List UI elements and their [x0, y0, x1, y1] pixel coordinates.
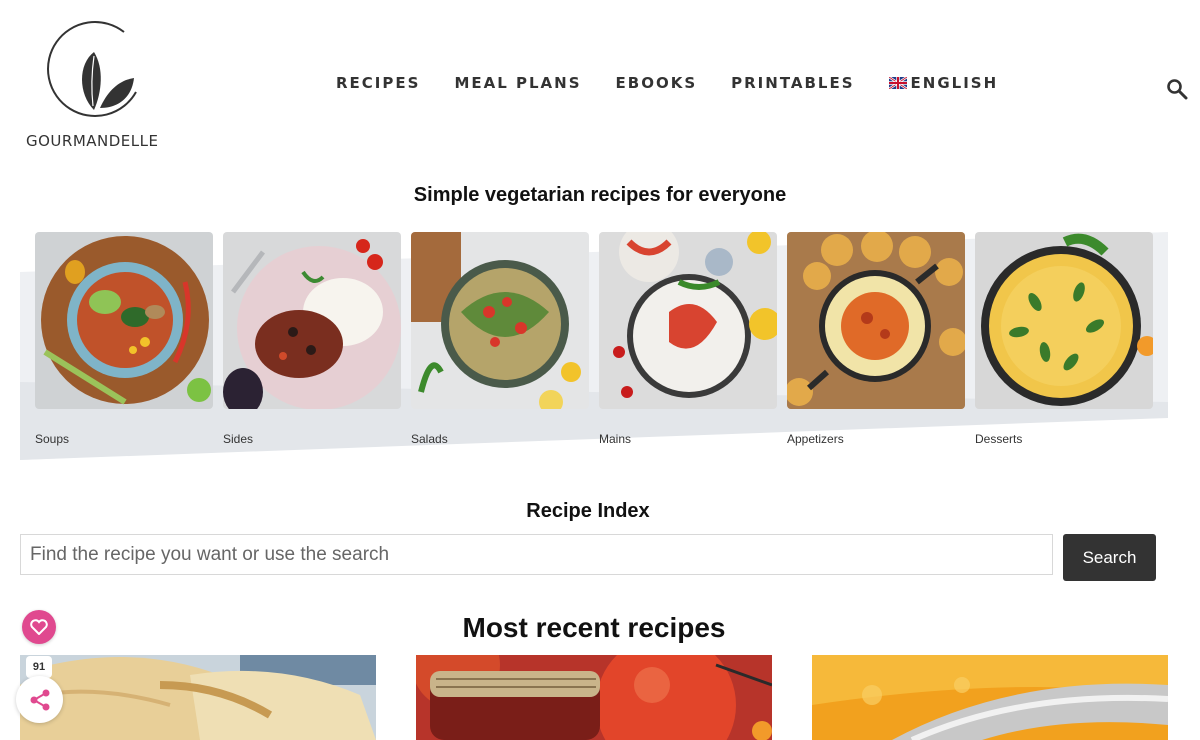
category-mains[interactable]: Mains — [599, 232, 777, 446]
nav-recipes[interactable]: RECIPES — [336, 74, 420, 92]
recent-recipes-title: Most recent recipes — [462, 612, 726, 643]
category-soups[interactable]: Soups — [35, 232, 213, 446]
site-tagline: Simple vegetarian recipes for everyone — [413, 184, 787, 206]
sides-image — [223, 232, 401, 409]
tomato-jar-image — [416, 655, 772, 740]
uk-flag-icon — [888, 77, 907, 89]
nav-language-label: ENGLISH — [910, 74, 999, 92]
category-appetizers[interactable]: Appetizers — [787, 232, 965, 446]
share-button[interactable] — [16, 676, 63, 723]
category-label: Salads — [411, 432, 448, 446]
favorite-button[interactable] — [22, 610, 56, 644]
share-icon — [30, 689, 49, 710]
recent-recipe-card[interactable] — [20, 655, 376, 740]
category-label: Soups — [35, 432, 70, 446]
apricot-jam-image — [812, 655, 1168, 740]
nav-language[interactable]: ENGLISH — [888, 74, 999, 92]
desserts-image — [975, 232, 1153, 409]
recipe-index-title: Recipe Index — [526, 500, 650, 522]
nav-printables[interactable]: PRINTABLES — [731, 74, 854, 92]
category-label: Appetizers — [787, 432, 844, 446]
category-label: Sides — [223, 432, 254, 446]
recent-recipe-card[interactable] — [416, 655, 772, 740]
heart-icon — [30, 619, 48, 635]
category-band: Soups Sides Salads Mains Appetizers Dess… — [20, 232, 1168, 460]
bread-image — [20, 655, 376, 740]
recipe-search-input[interactable] — [20, 534, 1053, 575]
site-logo[interactable]: GOURMANDELLE — [24, 18, 166, 152]
appetizers-image — [787, 232, 965, 409]
main-nav: RECIPES MEAL PLANS EBOOKS PRINTABLES ENG… — [336, 74, 1032, 92]
recent-recipe-card[interactable] — [812, 655, 1168, 740]
nav-meal-plans[interactable]: MEAL PLANS — [454, 74, 581, 92]
search-button[interactable]: Search — [1063, 534, 1156, 581]
leaf-logo-icon — [47, 21, 137, 117]
search-icon[interactable] — [1166, 78, 1188, 100]
salads-image — [411, 232, 589, 409]
soups-image — [35, 232, 213, 409]
share-count: 91 — [26, 656, 52, 678]
category-label: Mains — [599, 432, 632, 446]
category-sides[interactable]: Sides — [223, 232, 401, 446]
brand-name: GOURMANDELLE — [26, 132, 159, 150]
nav-ebooks[interactable]: EBOOKS — [616, 74, 698, 92]
category-salads[interactable]: Salads — [411, 232, 589, 446]
mains-image — [599, 232, 777, 409]
category-desserts[interactable]: Desserts — [975, 232, 1153, 446]
category-label: Desserts — [975, 432, 1023, 446]
